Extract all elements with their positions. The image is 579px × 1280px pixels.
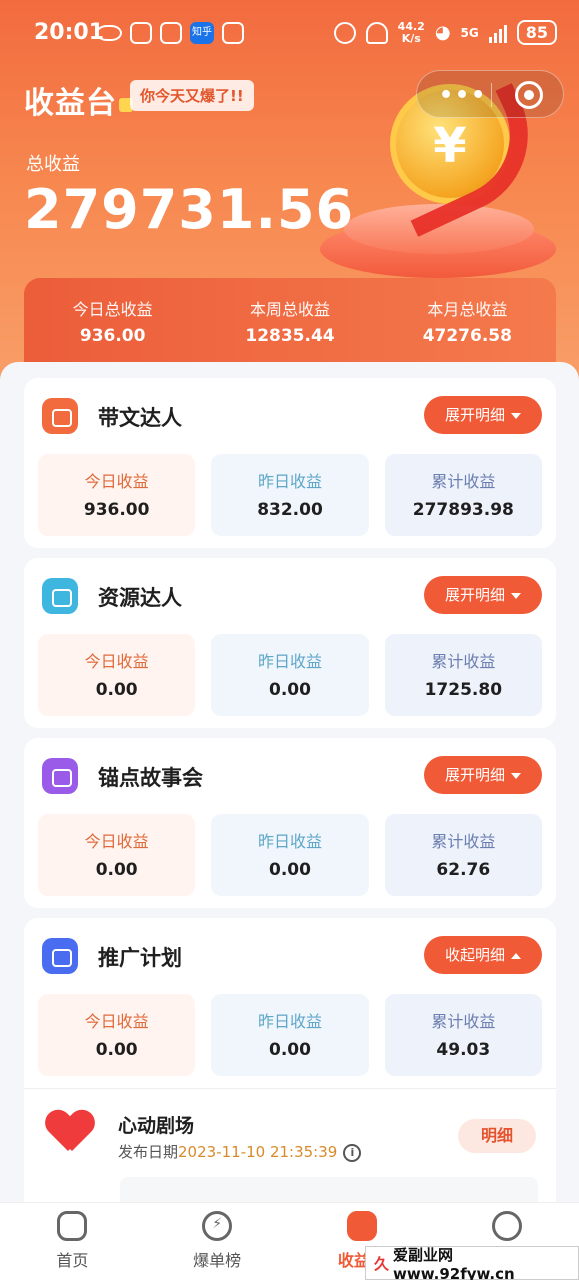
card-stats: 今日收益 936.00 昨日收益 832.00 累计收益 277893.98 [38, 454, 542, 536]
doc-icon [42, 398, 78, 434]
zhihu-icon: 知乎 [190, 22, 214, 44]
card-header: 锚点故事会 展开明细 [24, 738, 556, 810]
app-icon [130, 22, 152, 44]
card-title: 带文达人 [98, 406, 182, 430]
card-ziyuan: 资源达人 展开明细 今日收益 0.00 昨日收益 0.00 累计收益 1725.80 [24, 558, 556, 728]
stat-today: 今日收益 0.00 [38, 634, 196, 716]
card-tuiguang: 推广计划 收起明细 今日收益 0.00 昨日收益 0.00 累计收益 49.03 [24, 918, 556, 1088]
tab-home[interactable]: 首页 [0, 1203, 145, 1280]
summary-value: 12835.44 [245, 326, 335, 346]
bolt-icon [202, 1211, 233, 1241]
close-target-icon[interactable] [515, 81, 543, 109]
total-earnings-value: 279731.56 [24, 178, 355, 241]
home-icon [57, 1211, 88, 1241]
card-maodian: 锚点故事会 展开明细 今日收益 0.00 昨日收益 0.00 累计收益 62.76 [24, 738, 556, 908]
card-header: 推广计划 收起明细 [24, 918, 556, 990]
spark-icon [42, 938, 78, 974]
stat-total: 累计收益 1725.80 [384, 634, 542, 716]
alarm-icon [333, 21, 356, 44]
sub-item-title: 心动剧场 [118, 1115, 195, 1137]
tagline-badge: 你今天又爆了!! [130, 80, 254, 111]
wifi-icon: ◕ [434, 22, 451, 43]
stat-today: 今日收益 0.00 [38, 814, 196, 896]
network-label: 5G [460, 25, 479, 40]
card-title: 资源达人 [98, 586, 182, 610]
heart-icon [46, 1111, 94, 1155]
signal-icon [488, 23, 507, 43]
battery-indicator: 85 [516, 20, 557, 45]
summary-label: 本月总收益 [427, 300, 508, 319]
summary-week: 本周总收益 12835.44 [201, 278, 378, 364]
card-header: 资源达人 展开明细 [24, 558, 556, 630]
mute-icon [365, 21, 388, 44]
caret-up-icon [511, 952, 521, 959]
detail-table-header [120, 1177, 538, 1203]
card-stats: 今日收益 0.00 昨日收益 0.00 累计收益 1725.80 [38, 634, 542, 716]
hand-icon [222, 22, 244, 44]
stat-total: 累计收益 277893.98 [384, 454, 542, 536]
card-header: 带文达人 展开明细 [24, 378, 556, 450]
info-icon[interactable]: i [343, 1143, 362, 1162]
bird-icon [160, 22, 182, 44]
status-time: 20:01 [34, 20, 105, 45]
stat-yesterday: 昨日收益 832.00 [211, 454, 369, 536]
more-icon[interactable]: ••• [439, 83, 487, 108]
collapse-details-button[interactable]: 收起明细 [424, 936, 542, 974]
card-title: 推广计划 [98, 946, 182, 970]
chart-icon [346, 1211, 377, 1241]
card-stats: 今日收益 0.00 昨日收益 0.00 累计收益 49.03 [38, 994, 542, 1076]
status-icons-left: 知乎 [96, 22, 244, 44]
stat-yesterday: 昨日收益 0.00 [211, 814, 369, 896]
expand-details-button[interactable]: 展开明细 [424, 756, 542, 794]
sub-item-xindong: 心动剧场 发布日期2023-11-10 21:35:39 i 明细 [24, 1088, 556, 1203]
cloud-icon [42, 578, 78, 614]
summary-value: 936.00 [79, 326, 146, 346]
summary-month: 本月总收益 47276.58 [379, 278, 556, 364]
card-title: 锚点故事会 [98, 766, 203, 790]
face-icon [491, 1211, 522, 1241]
status-icons-right: 44.2 K/s ◕ 5G 85 [333, 19, 557, 45]
caret-down-icon [511, 412, 521, 419]
summary-band: 今日总收益 936.00 本周总收益 12835.44 本月总收益 47276.… [24, 278, 556, 364]
card-stats: 今日收益 0.00 昨日收益 0.00 累计收益 62.76 [38, 814, 542, 896]
disc-icon [42, 758, 78, 794]
capsule-divider [491, 83, 492, 107]
stat-total: 累计收益 62.76 [384, 814, 542, 896]
stat-yesterday: 昨日收益 0.00 [211, 634, 369, 716]
tab-ranking[interactable]: 爆单榜 [145, 1203, 290, 1280]
summary-today: 今日总收益 936.00 [24, 278, 201, 364]
site-watermark: 久爱副业网 www.92fyw.cn [365, 1246, 579, 1280]
eye-icon [96, 25, 122, 41]
stat-today: 今日收益 936.00 [38, 454, 196, 536]
caret-down-icon [511, 772, 521, 779]
caret-down-icon [511, 592, 521, 599]
page-title: 收益台 [24, 78, 133, 122]
miniapp-capsule: ••• [416, 70, 564, 118]
status-bar: 20:01 知乎 44.2 K/s ◕ 5G 85 [0, 0, 579, 66]
publish-date: 发布日期2023-11-10 21:35:39 i [118, 1141, 362, 1162]
net-speed: 44.2 K/s [397, 19, 425, 45]
stat-total: 累计收益 49.03 [384, 994, 542, 1076]
detail-button[interactable]: 明细 [458, 1119, 536, 1153]
summary-value: 47276.58 [422, 326, 512, 346]
card-daiwen: 带文达人 展开明细 今日收益 936.00 昨日收益 832.00 累计收益 2778… [24, 378, 556, 548]
summary-label: 本周总收益 [249, 300, 330, 319]
stat-yesterday: 昨日收益 0.00 [211, 994, 369, 1076]
expand-details-button[interactable]: 展开明细 [424, 396, 542, 434]
expand-details-button[interactable]: 展开明细 [424, 576, 542, 614]
total-earnings-label: 总收益 [26, 154, 80, 175]
stat-today: 今日收益 0.00 [38, 994, 196, 1076]
summary-label: 今日总收益 [72, 300, 153, 319]
